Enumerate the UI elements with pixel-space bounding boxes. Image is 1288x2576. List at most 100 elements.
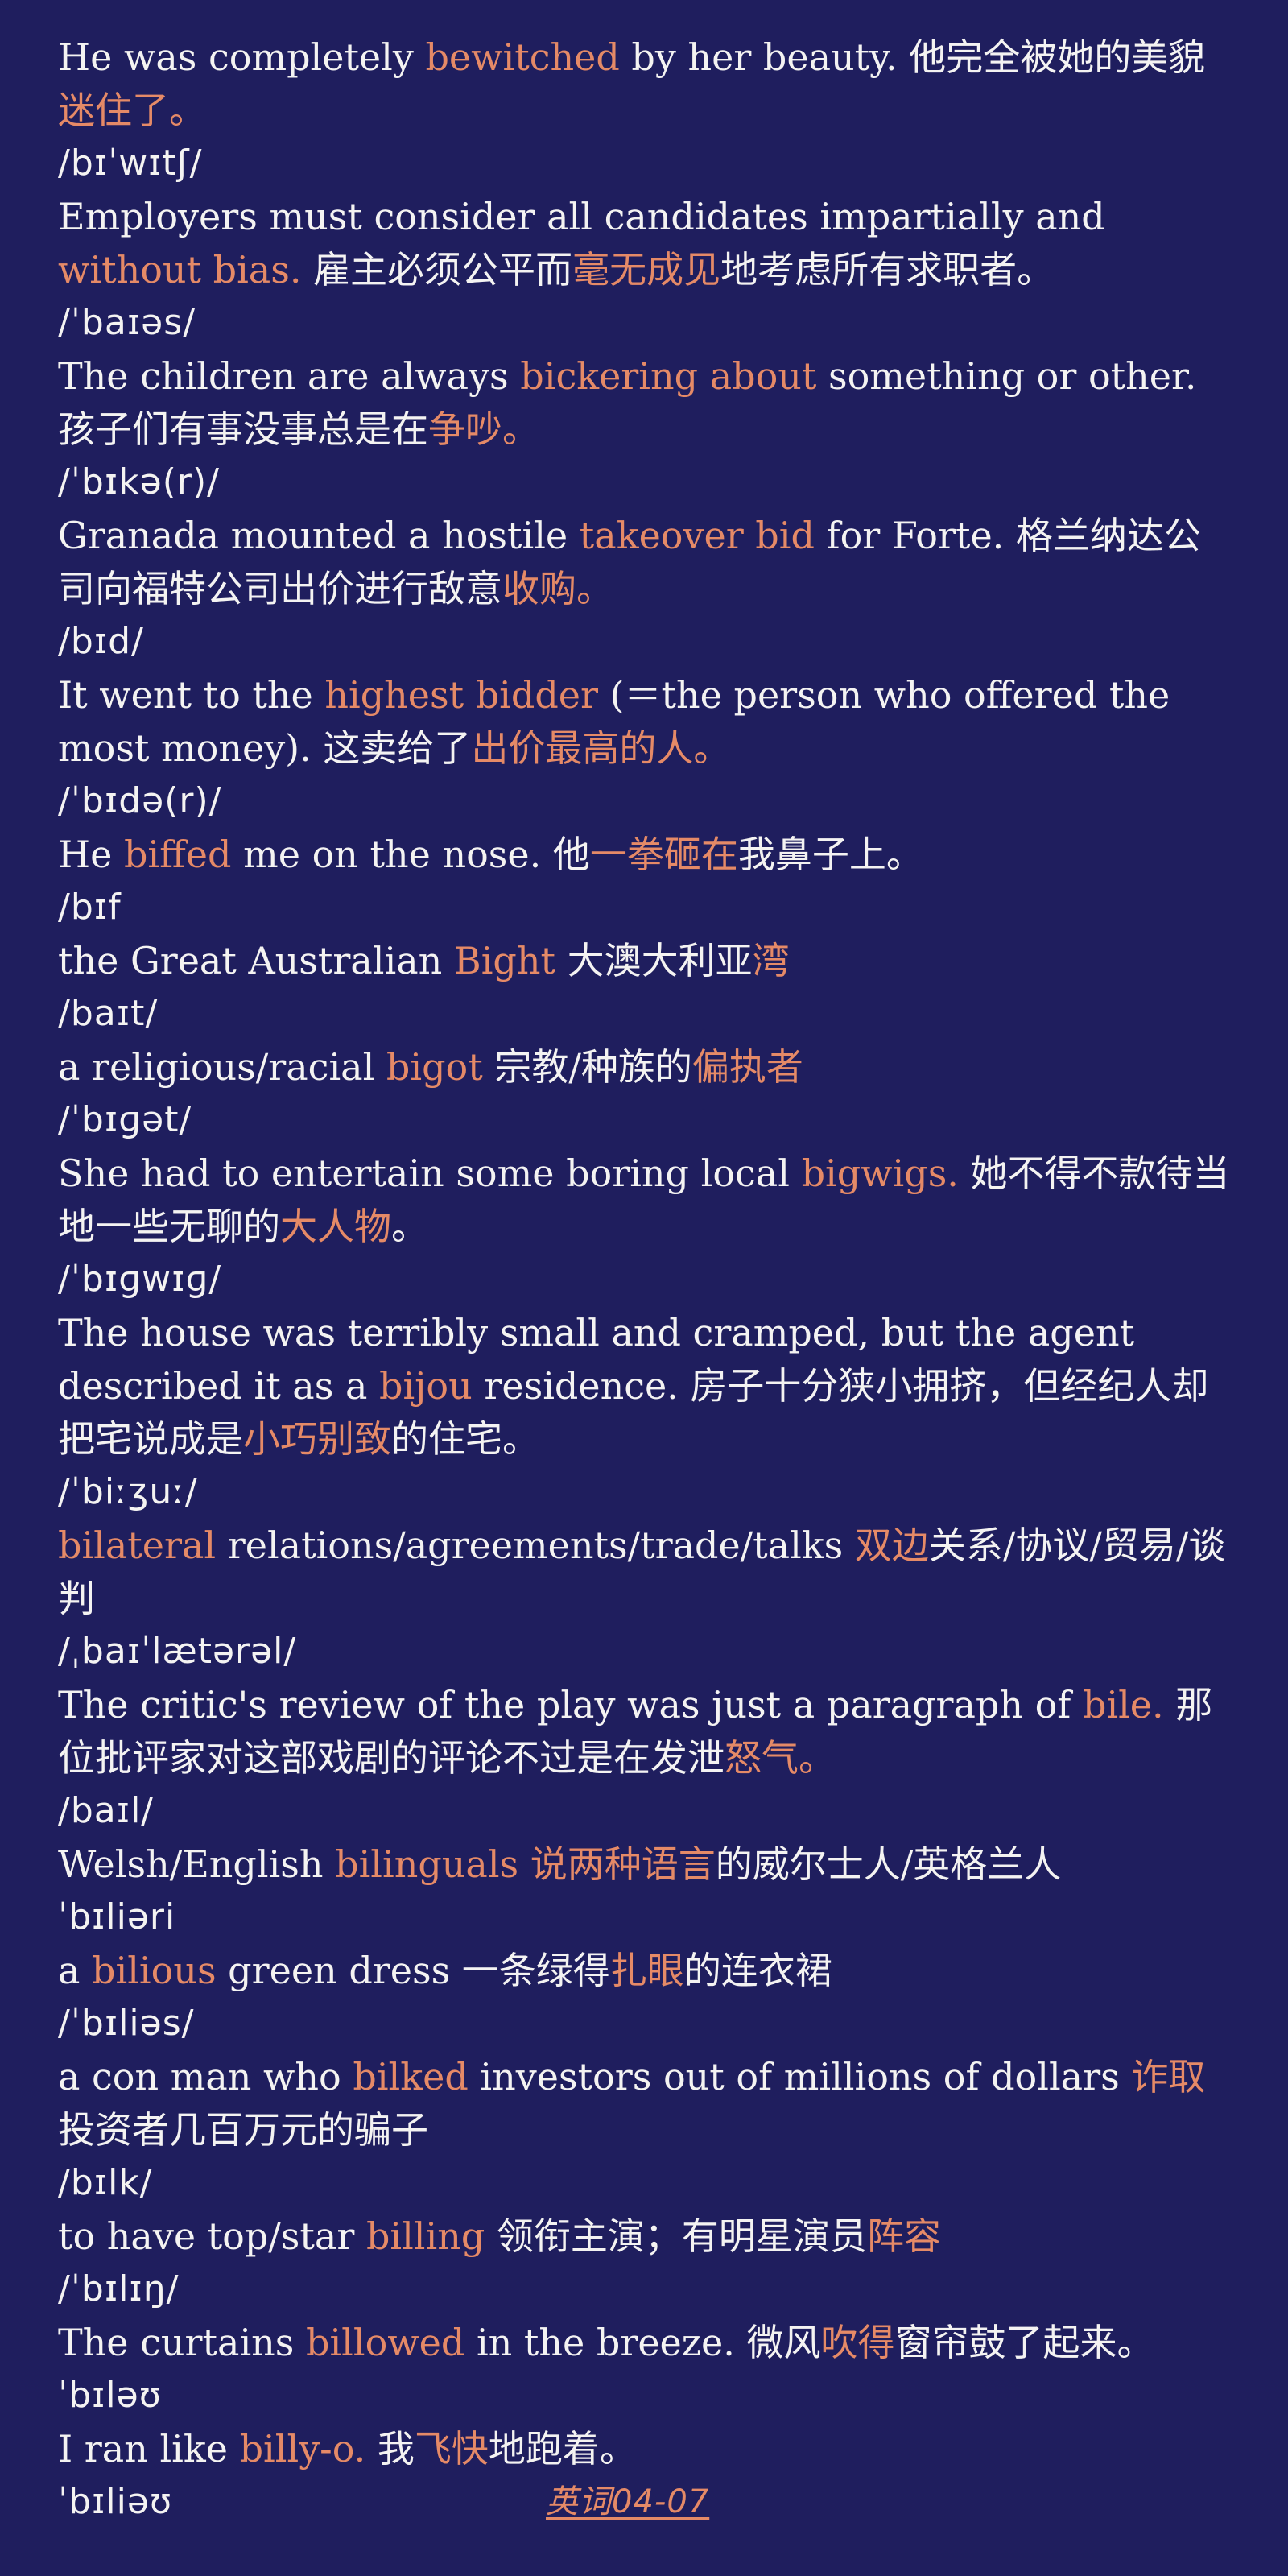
highlighted-term: bile. xyxy=(1082,1683,1164,1726)
highlighted-term: 一拳砸在 xyxy=(589,833,738,876)
highlighted-term: 。 xyxy=(799,1736,836,1780)
sentence-text: to have top/star xyxy=(58,2214,366,2258)
phonetic-transcription: /bɪˈwɪtʃ/ xyxy=(58,143,203,184)
sentence-text: Granada mounted a hostile xyxy=(58,514,580,557)
highlighted-term: 。 xyxy=(502,407,539,451)
sentence-text: 我鼻子上。 xyxy=(737,833,923,876)
sentence-text: investors out of millions of dollars xyxy=(468,2055,1132,2098)
highlighted-term: 小巧别致 xyxy=(243,1417,391,1461)
example-sentence: It went to the highest bidder (＝the pers… xyxy=(58,668,1232,775)
sentence-text: a religious/racial xyxy=(58,1045,386,1089)
example-sentence: I ran like billy-o. 我飞快地跑着。 xyxy=(58,2422,1232,2475)
highlighted-term: bigot xyxy=(386,1045,483,1089)
highlighted-term: 诈取 xyxy=(1131,2055,1206,2098)
sentence-text: The critic's review of the play was just… xyxy=(58,1683,1083,1726)
next-page-link[interactable]: 英词04-07 xyxy=(546,2475,709,2528)
example-sentence: a religious/racial bigot 宗教/种族的偏执者 xyxy=(58,1040,1232,1094)
phonetic-transcription: /baɪt/ xyxy=(58,993,159,1034)
highlighted-term: bigwigs. xyxy=(801,1152,959,1195)
phonetic-transcription: ˈbɪliəri xyxy=(58,1896,176,1937)
highlighted-term: 双边 xyxy=(854,1524,929,1567)
sentence-text: I ran like xyxy=(58,2427,240,2471)
phonetic-transcription: /ˈbiːʒuː/ xyxy=(58,1471,198,1512)
sentence-text xyxy=(518,1842,530,1886)
phonetic-text: ˈbɪliəʊ xyxy=(58,2481,173,2522)
example-sentence: The critic's review of the play was just… xyxy=(58,1678,1232,1784)
phonetic-transcription: /ˈbɪlɪŋ/ xyxy=(58,2268,180,2309)
highlighted-term: billing xyxy=(365,2214,485,2258)
highlighted-term: bewitched xyxy=(425,35,620,79)
sentence-text: 我 xyxy=(365,2427,415,2471)
highlighted-term: 扎眼 xyxy=(609,1949,684,1992)
sentence-text: 的住宅。 xyxy=(391,1417,539,1461)
highlighted-term: 。 xyxy=(576,567,613,610)
sentence-text: The children are always xyxy=(58,354,521,398)
sentence-text: the Great Australian xyxy=(58,939,454,982)
sentence-text: 地考虑所有求职者。 xyxy=(720,248,1055,292)
highlighted-term: 收购 xyxy=(502,567,576,610)
phonetic-transcription: /ˌbaɪˈlætərəl/ xyxy=(58,1631,297,1672)
highlighted-term: bilinguals xyxy=(335,1842,519,1886)
highlighted-term: highest bidder xyxy=(324,673,598,717)
sentence-text: 投资者几百万元的骗子 xyxy=(58,2108,428,2152)
example-sentence: a con man who bilked investors out of mi… xyxy=(58,2050,1232,2156)
highlighted-term: 说两种语言 xyxy=(530,1842,716,1886)
sentence-text: 宗教/种族的 xyxy=(482,1045,692,1089)
example-sentence: He biffed me on the nose. 他一拳砸在我鼻子上。 xyxy=(58,828,1232,881)
sentence-text: relations/agreements/trade/talks xyxy=(216,1524,855,1567)
highlighted-term: bilious xyxy=(92,1949,217,1992)
highlighted-term: bijou xyxy=(379,1364,473,1408)
highlighted-term: 。 xyxy=(693,726,731,770)
phonetic-transcription: /ˈbɪliəs/ xyxy=(58,2003,195,2044)
highlighted-term: 吹得 xyxy=(820,2321,895,2364)
highlighted-term: 迷住了 xyxy=(58,89,169,132)
highlighted-term: 出价最高的人 xyxy=(471,726,694,770)
highlighted-term: 偏执者 xyxy=(691,1045,803,1089)
example-sentence: He was completely bewitched by her beaut… xyxy=(58,31,1232,137)
highlighted-term: takeover bid xyxy=(579,514,815,557)
highlighted-term: 阵容 xyxy=(866,2214,941,2258)
sentence-text: green dress 一条绿得 xyxy=(216,1949,610,1992)
sentence-text: 大澳大利亚 xyxy=(555,939,753,982)
example-sentence: to have top/star billing 领衔主演；有明星演员阵容 xyxy=(58,2210,1232,2263)
phonetic-transcription: /ˈbɪkə(r)/ xyxy=(58,461,220,502)
phonetic-transcription: /ˈbɪɡət/ xyxy=(58,1099,192,1140)
example-sentence: Employers must consider all candidates i… xyxy=(58,190,1232,296)
sentence-text: me on the nose. 他 xyxy=(231,833,590,876)
phonetic-transcription: /bɪf xyxy=(58,887,122,928)
example-sentence: the Great Australian Bight 大澳大利亚湾 xyxy=(58,934,1232,987)
phonetic-transcription: /bɪd/ xyxy=(58,621,144,662)
phonetic-transcription: /ˈbaɪəs/ xyxy=(58,302,196,343)
sentence-text: 的连衣裙 xyxy=(683,1949,832,1992)
sentence-text: 地跑着。 xyxy=(488,2427,637,2471)
highlighted-term: 湾 xyxy=(752,939,790,982)
phonetic-transcription: ˈbɪliəʊ 英词04-07 xyxy=(58,2475,1232,2528)
highlighted-term: billy-o. xyxy=(239,2427,366,2471)
phonetic-transcription: /bɪlk/ xyxy=(58,2162,153,2203)
highlighted-term: 毫无成见 xyxy=(572,248,721,292)
sentence-text: a xyxy=(58,1949,93,1992)
highlighted-term: bilked xyxy=(353,2055,469,2098)
sentence-text: 的威尔士人/英格兰人 xyxy=(715,1842,1062,1886)
highlighted-term: 大人物 xyxy=(280,1205,391,1248)
sentence-text: by her beauty. 他完全被她的美貌 xyxy=(619,35,1206,79)
highlighted-term: 怒气 xyxy=(724,1736,799,1780)
sentence-text: 。 xyxy=(391,1205,428,1248)
sentence-text: 窗帘鼓了起来。 xyxy=(894,2321,1154,2364)
highlighted-term: Bight xyxy=(453,939,555,982)
sentence-text: It went to the xyxy=(58,673,325,717)
sentence-text: in the breeze. 微风 xyxy=(464,2321,821,2364)
sentence-text: He was completely xyxy=(58,35,426,79)
example-sentence: The house was terribly small and cramped… xyxy=(58,1306,1232,1466)
highlighted-term: without bias. xyxy=(58,248,302,292)
vocabulary-page: He was completely bewitched by her beaut… xyxy=(0,0,1288,2576)
phonetic-transcription: ˈbɪləʊ xyxy=(58,2375,162,2416)
sentence-text: She had to entertain some boring local xyxy=(58,1152,802,1195)
example-sentence: The curtains billowed in the breeze. 微风吹… xyxy=(58,2316,1232,2369)
example-sentence: She had to entertain some boring local b… xyxy=(58,1147,1232,1253)
sentence-text: The curtains xyxy=(58,2321,307,2364)
phonetic-transcription: /baɪl/ xyxy=(58,1790,155,1831)
highlighted-term: biffed xyxy=(123,833,232,876)
highlighted-term: 。 xyxy=(169,89,206,132)
phonetic-transcription: /ˈbɪɡwɪɡ/ xyxy=(58,1259,222,1300)
